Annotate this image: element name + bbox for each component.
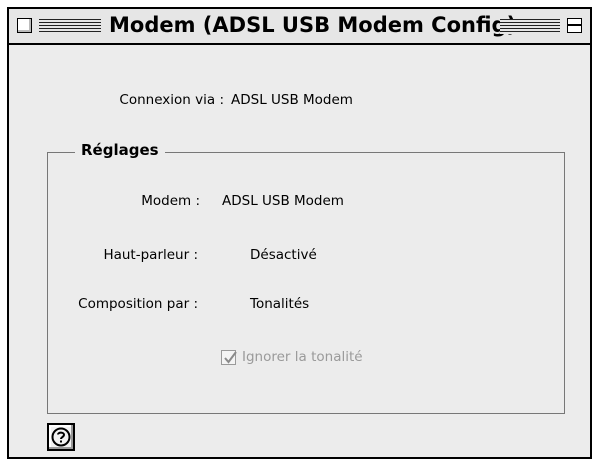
- zoom-box-bar: [568, 24, 581, 26]
- title-bar-stripes-right: [500, 19, 560, 34]
- connexion-label: Connexion via :: [119, 92, 224, 108]
- help-icon: [51, 427, 71, 447]
- modem-window: Modem (ADSL USB Modem Config) Connexion …: [7, 7, 592, 459]
- modem-label: Modem :: [141, 193, 200, 209]
- zoom-box-icon[interactable]: [567, 18, 582, 33]
- title-bar-stripes-left: [39, 19, 101, 34]
- modem-value: ADSL USB Modem: [222, 193, 344, 209]
- reglages-title: Réglages: [75, 141, 165, 159]
- reglages-groupbox: [47, 152, 565, 414]
- ignorer-tonalite-checkbox[interactable]: Ignorer la tonalité: [221, 349, 363, 365]
- composition-label: Composition par :: [78, 296, 198, 312]
- title-bar[interactable]: Modem (ADSL USB Modem Config): [9, 9, 590, 45]
- window-title: Modem (ADSL USB Modem Config): [109, 13, 517, 37]
- checkmark-icon: [221, 349, 237, 365]
- composition-value[interactable]: Tonalités: [250, 296, 309, 312]
- ignorer-tonalite-label: Ignorer la tonalité: [242, 349, 363, 365]
- connexion-value: ADSL USB Modem: [231, 92, 353, 108]
- haut-parleur-label: Haut-parleur :: [103, 247, 198, 263]
- close-box-icon[interactable]: [17, 18, 32, 33]
- help-button[interactable]: [47, 423, 75, 451]
- window-content: Connexion via : ADSL USB Modem Réglages …: [9, 45, 590, 457]
- haut-parleur-value[interactable]: Désactivé: [250, 247, 317, 263]
